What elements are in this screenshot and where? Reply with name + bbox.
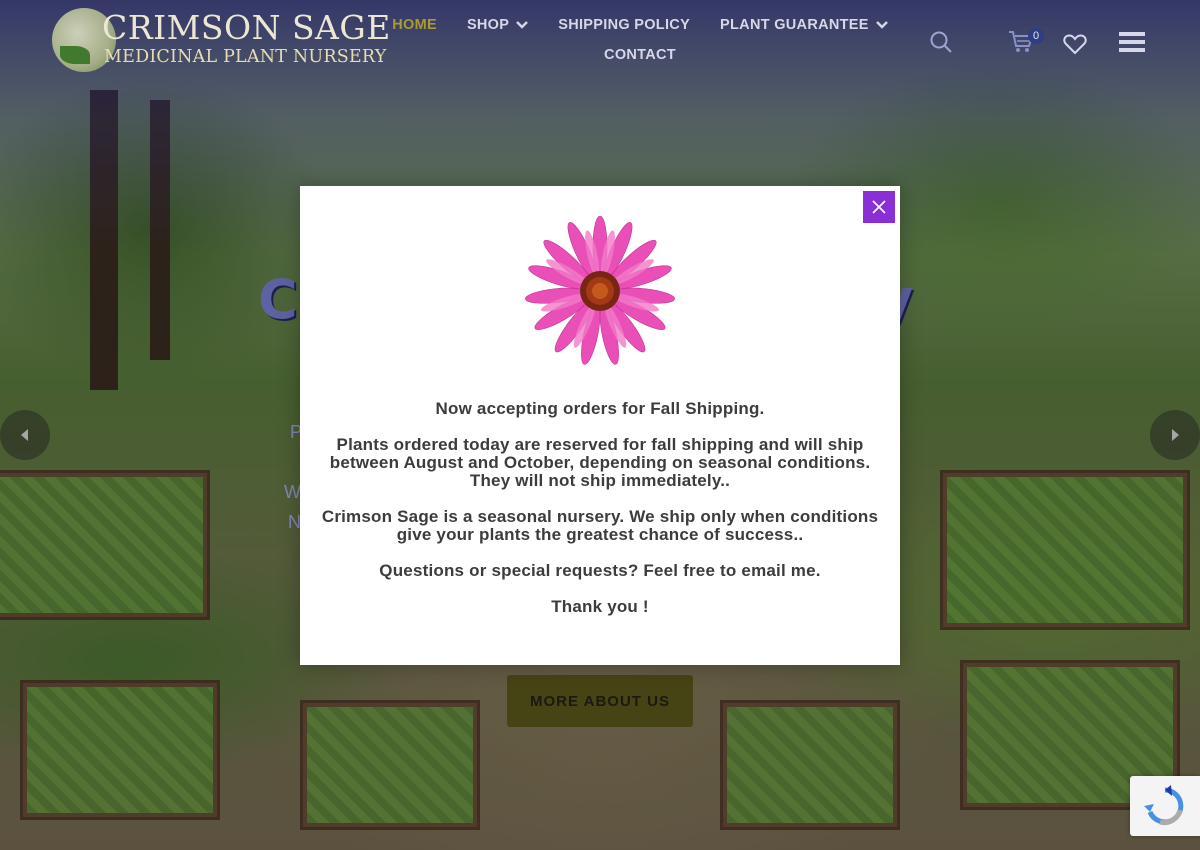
nav-item-shipping-policy[interactable]: SHIPPING POLICY [558, 17, 690, 33]
cart-count-badge: 0 [1028, 28, 1044, 44]
popup-headline: Now accepting orders for Fall Shipping. [435, 399, 765, 418]
site-header: CRIMSON SAGE MEDICINAL PLANT NURSERY HOM… [0, 0, 1200, 85]
main-nav: HOME SHOP SHIPPING POLICY PLANT GUARANTE… [380, 14, 900, 63]
close-button[interactable] [863, 191, 895, 223]
search-icon[interactable] [929, 30, 953, 59]
popup-paragraph: Questions or special requests? Feel free… [379, 561, 821, 580]
logo-subtitle: MEDICINAL PLANT NURSERY [104, 47, 387, 67]
popup-message: Now accepting orders for Fall Shipping. … [320, 400, 880, 634]
chevron-down-icon [875, 21, 888, 29]
recaptcha-badge[interactable] [1130, 776, 1200, 836]
chevron-down-icon [516, 21, 529, 29]
logo-title: CRIMSON SAGE [102, 8, 391, 47]
nav-item-home[interactable]: HOME [392, 17, 437, 33]
close-icon [872, 200, 886, 214]
echinacea-flower-image [525, 216, 675, 365]
announcement-popup: Now accepting orders for Fall Shipping. … [300, 186, 900, 665]
nav-item-shop[interactable]: SHOP [467, 17, 529, 33]
leaf-icon [60, 46, 90, 64]
popup-signoff: Thank you ! [551, 597, 649, 616]
popup-paragraph: Plants ordered today are reserved for fa… [329, 435, 871, 490]
popup-paragraph: Crimson Sage is a seasonal nursery. We s… [321, 507, 879, 544]
heart-icon[interactable] [1063, 33, 1087, 60]
nav-item-plant-guarantee[interactable]: PLANT GUARANTEE [720, 17, 888, 33]
site-logo[interactable]: CRIMSON SAGE MEDICINAL PLANT NURSERY [50, 6, 390, 78]
hamburger-menu-icon[interactable] [1119, 30, 1145, 59]
recaptcha-icon [1144, 785, 1184, 826]
nav-item-contact[interactable]: CONTACT [604, 47, 676, 63]
